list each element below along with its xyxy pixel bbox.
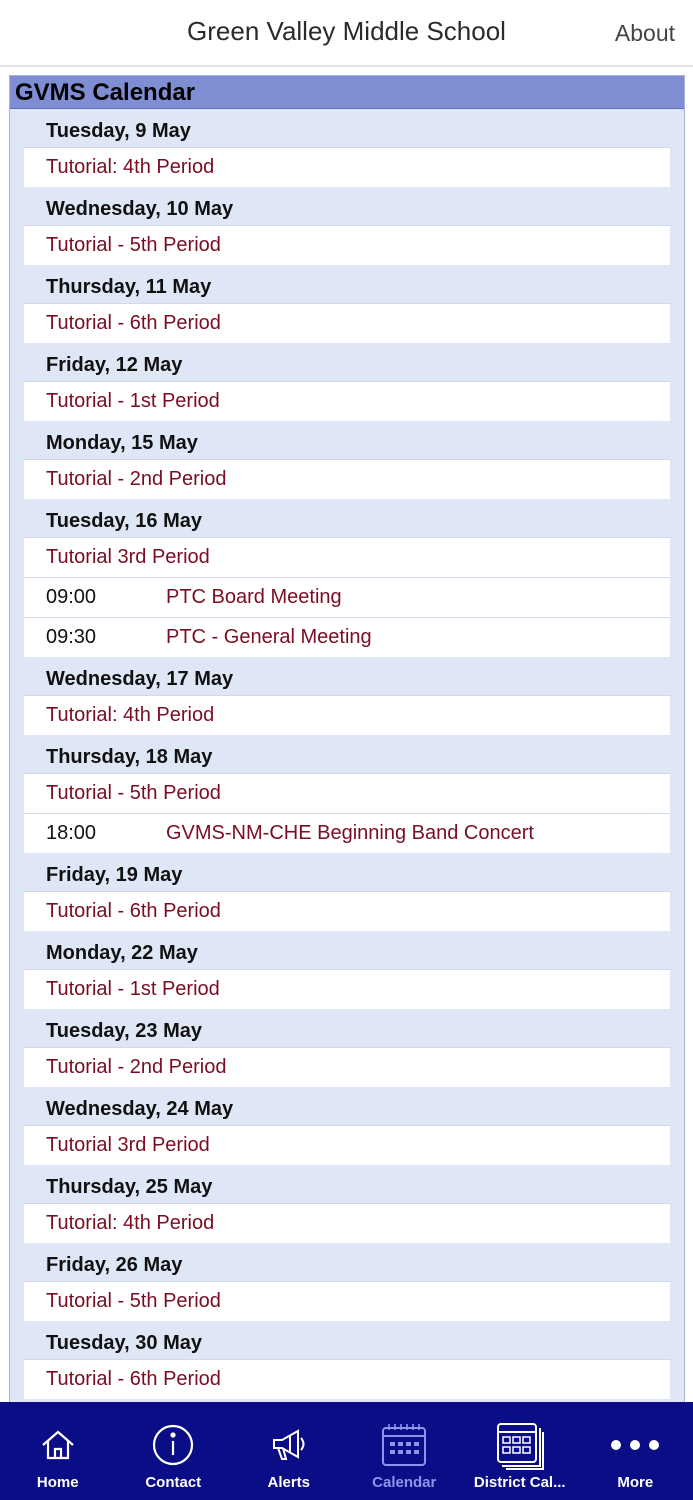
tab-alerts[interactable]: Alerts xyxy=(231,1402,347,1500)
event-row[interactable]: Tutorial - 5th Period xyxy=(24,1281,670,1321)
event-row[interactable]: Tutorial: 4th Period xyxy=(24,1203,670,1243)
event-name: Tutorial - 5th Period xyxy=(46,234,221,256)
event-row[interactable]: Tutorial - 1st Period xyxy=(24,969,670,1009)
event-row[interactable]: Tutorial - 2nd Period xyxy=(24,459,670,499)
event-row[interactable]: Tutorial - 6th Period xyxy=(24,1359,670,1399)
event-name: Tutorial - 5th Period xyxy=(46,1290,221,1312)
event-row[interactable]: Tutorial - 6th Period xyxy=(24,303,670,343)
page-title: Green Valley Middle School xyxy=(187,16,506,46)
calendar-panel: GVMS Calendar Tuesday, 9 May Tutorial: 4t… xyxy=(9,75,685,1415)
date-heading: Thursday, 11 May xyxy=(46,275,212,298)
calendar-title: GVMS Calendar xyxy=(10,76,684,109)
event-name: Tutorial - 5th Period xyxy=(46,782,221,804)
tab-label: District Cal... xyxy=(473,1474,566,1491)
info-icon xyxy=(151,1420,195,1470)
event-name: Tutorial: 4th Period xyxy=(46,156,215,178)
date-heading: Tuesday, 16 May xyxy=(46,509,202,532)
date-heading: Friday, 12 May xyxy=(46,353,183,376)
event-name: Tutorial - 1st Period xyxy=(46,390,220,412)
date-heading: Tuesday, 30 May xyxy=(46,1331,202,1354)
tab-label: Calendar xyxy=(372,1474,437,1491)
event-row[interactable]: Tutorial - 2nd Period xyxy=(24,1047,670,1087)
event-name: PTC - General Meeting xyxy=(166,626,372,648)
district-calendar-icon xyxy=(494,1420,546,1470)
event-row[interactable]: Tutorial - 5th Period xyxy=(24,225,670,265)
event-row[interactable]: Tutorial - 1st Period xyxy=(24,381,670,421)
tab-more[interactable]: More xyxy=(578,1402,693,1500)
event-row[interactable]: Tutorial 3rd Period xyxy=(24,537,670,577)
date-heading: Wednesday, 24 May xyxy=(46,1097,234,1120)
home-icon xyxy=(38,1420,78,1470)
event-row[interactable]: Tutorial - 6th Period xyxy=(24,891,670,931)
date-heading: Tuesday, 9 May xyxy=(46,119,191,142)
event-name: Tutorial 3rd Period xyxy=(46,1134,210,1156)
date-heading: Friday, 19 May xyxy=(46,863,183,886)
date-heading: Thursday, 25 May xyxy=(46,1175,213,1198)
event-name: Tutorial - 2nd Period xyxy=(46,468,227,490)
tab-district-cal[interactable]: District Cal... xyxy=(462,1402,578,1500)
event-name: Tutorial - 2nd Period xyxy=(46,1056,227,1078)
tab-label: Alerts xyxy=(267,1474,311,1491)
date-heading: Monday, 15 May xyxy=(46,431,198,454)
date-heading: Tuesday, 23 May xyxy=(46,1019,202,1042)
date-heading: Thursday, 18 May xyxy=(46,745,213,768)
event-row[interactable]: Tutorial: 4th Period xyxy=(24,147,670,187)
event-row[interactable]: Tutorial - 5th Period xyxy=(24,773,670,813)
tab-calendar[interactable]: Calendar xyxy=(347,1402,463,1500)
more-icon xyxy=(608,1420,662,1470)
tab-contact[interactable]: Contact xyxy=(116,1402,232,1500)
calendar-icon xyxy=(380,1420,428,1470)
event-name: Tutorial 3rd Period xyxy=(46,546,210,568)
event-name: Tutorial - 1st Period xyxy=(46,978,220,1000)
event-name: Tutorial: 4th Period xyxy=(46,704,215,726)
event-name: Tutorial - 6th Period xyxy=(46,312,221,334)
date-heading: Wednesday, 10 May xyxy=(46,197,234,220)
event-name: Tutorial - 6th Period xyxy=(46,1368,221,1390)
tab-label: More xyxy=(617,1474,654,1491)
megaphone-icon xyxy=(268,1420,310,1470)
event-row[interactable]: 09:30 PTC - General Meeting xyxy=(24,617,670,657)
event-name: Tutorial - 6th Period xyxy=(46,900,221,922)
event-name: PTC Board Meeting xyxy=(166,586,342,608)
event-name: GVMS-NM-CHE Beginning Band Concert xyxy=(166,822,534,844)
date-heading: Wednesday, 17 May xyxy=(46,667,234,690)
tab-label: Home xyxy=(36,1474,79,1491)
about-link[interactable]: About xyxy=(615,20,675,47)
event-time: 09:00 xyxy=(46,586,97,608)
tab-home[interactable]: Home xyxy=(0,1402,116,1500)
tab-label: Contact xyxy=(145,1474,202,1491)
calendar-list: Tuesday, 9 May Tutorial: 4th Period Wednes… xyxy=(10,109,684,1414)
event-time: 18:00 xyxy=(46,822,97,844)
date-heading: Monday, 22 May xyxy=(46,941,198,964)
event-row[interactable]: 18:00 GVMS-NM-CHE Beginning Band Concert xyxy=(24,813,670,853)
event-time: 09:30 xyxy=(46,626,97,648)
bottom-tab-bar: Home Contact Alerts Calendar District Cal...… xyxy=(0,1402,693,1500)
date-heading: Friday, 26 May xyxy=(46,1253,183,1276)
event-row[interactable]: 09:00 PTC Board Meeting xyxy=(24,577,670,617)
app-header: Green Valley Middle School About xyxy=(0,0,693,67)
event-row[interactable]: Tutorial: 4th Period xyxy=(24,695,670,735)
event-name: Tutorial: 4th Period xyxy=(46,1212,215,1234)
event-row[interactable]: Tutorial 3rd Period xyxy=(24,1125,670,1165)
